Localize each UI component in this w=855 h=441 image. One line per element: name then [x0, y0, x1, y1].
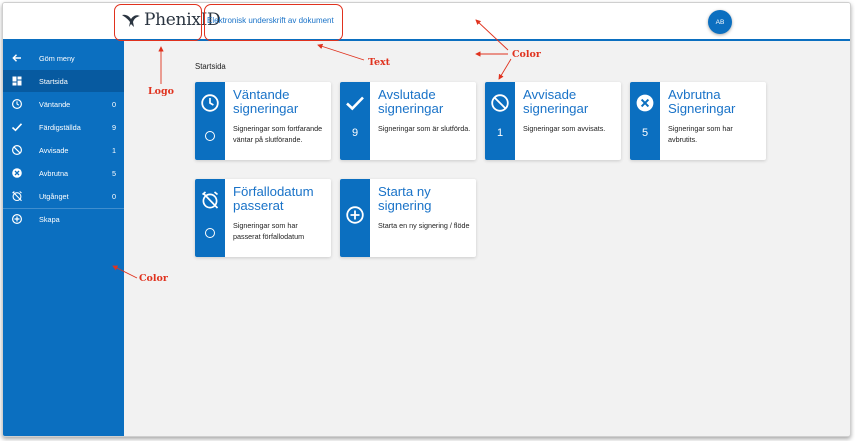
color-sidebar-arrow: [112, 265, 138, 279]
text-annotation-label: Text: [368, 57, 391, 68]
annotation-arrows: [112, 19, 512, 279]
logo-annotation-label: Logo: [148, 86, 174, 97]
color-annotation-label-side: Color: [139, 273, 168, 284]
text-arrow: [317, 43, 365, 61]
color-band-arrow: [498, 58, 512, 80]
color-header-arrow: [475, 19, 509, 51]
color-annotation-label-top: Color: [512, 49, 541, 60]
